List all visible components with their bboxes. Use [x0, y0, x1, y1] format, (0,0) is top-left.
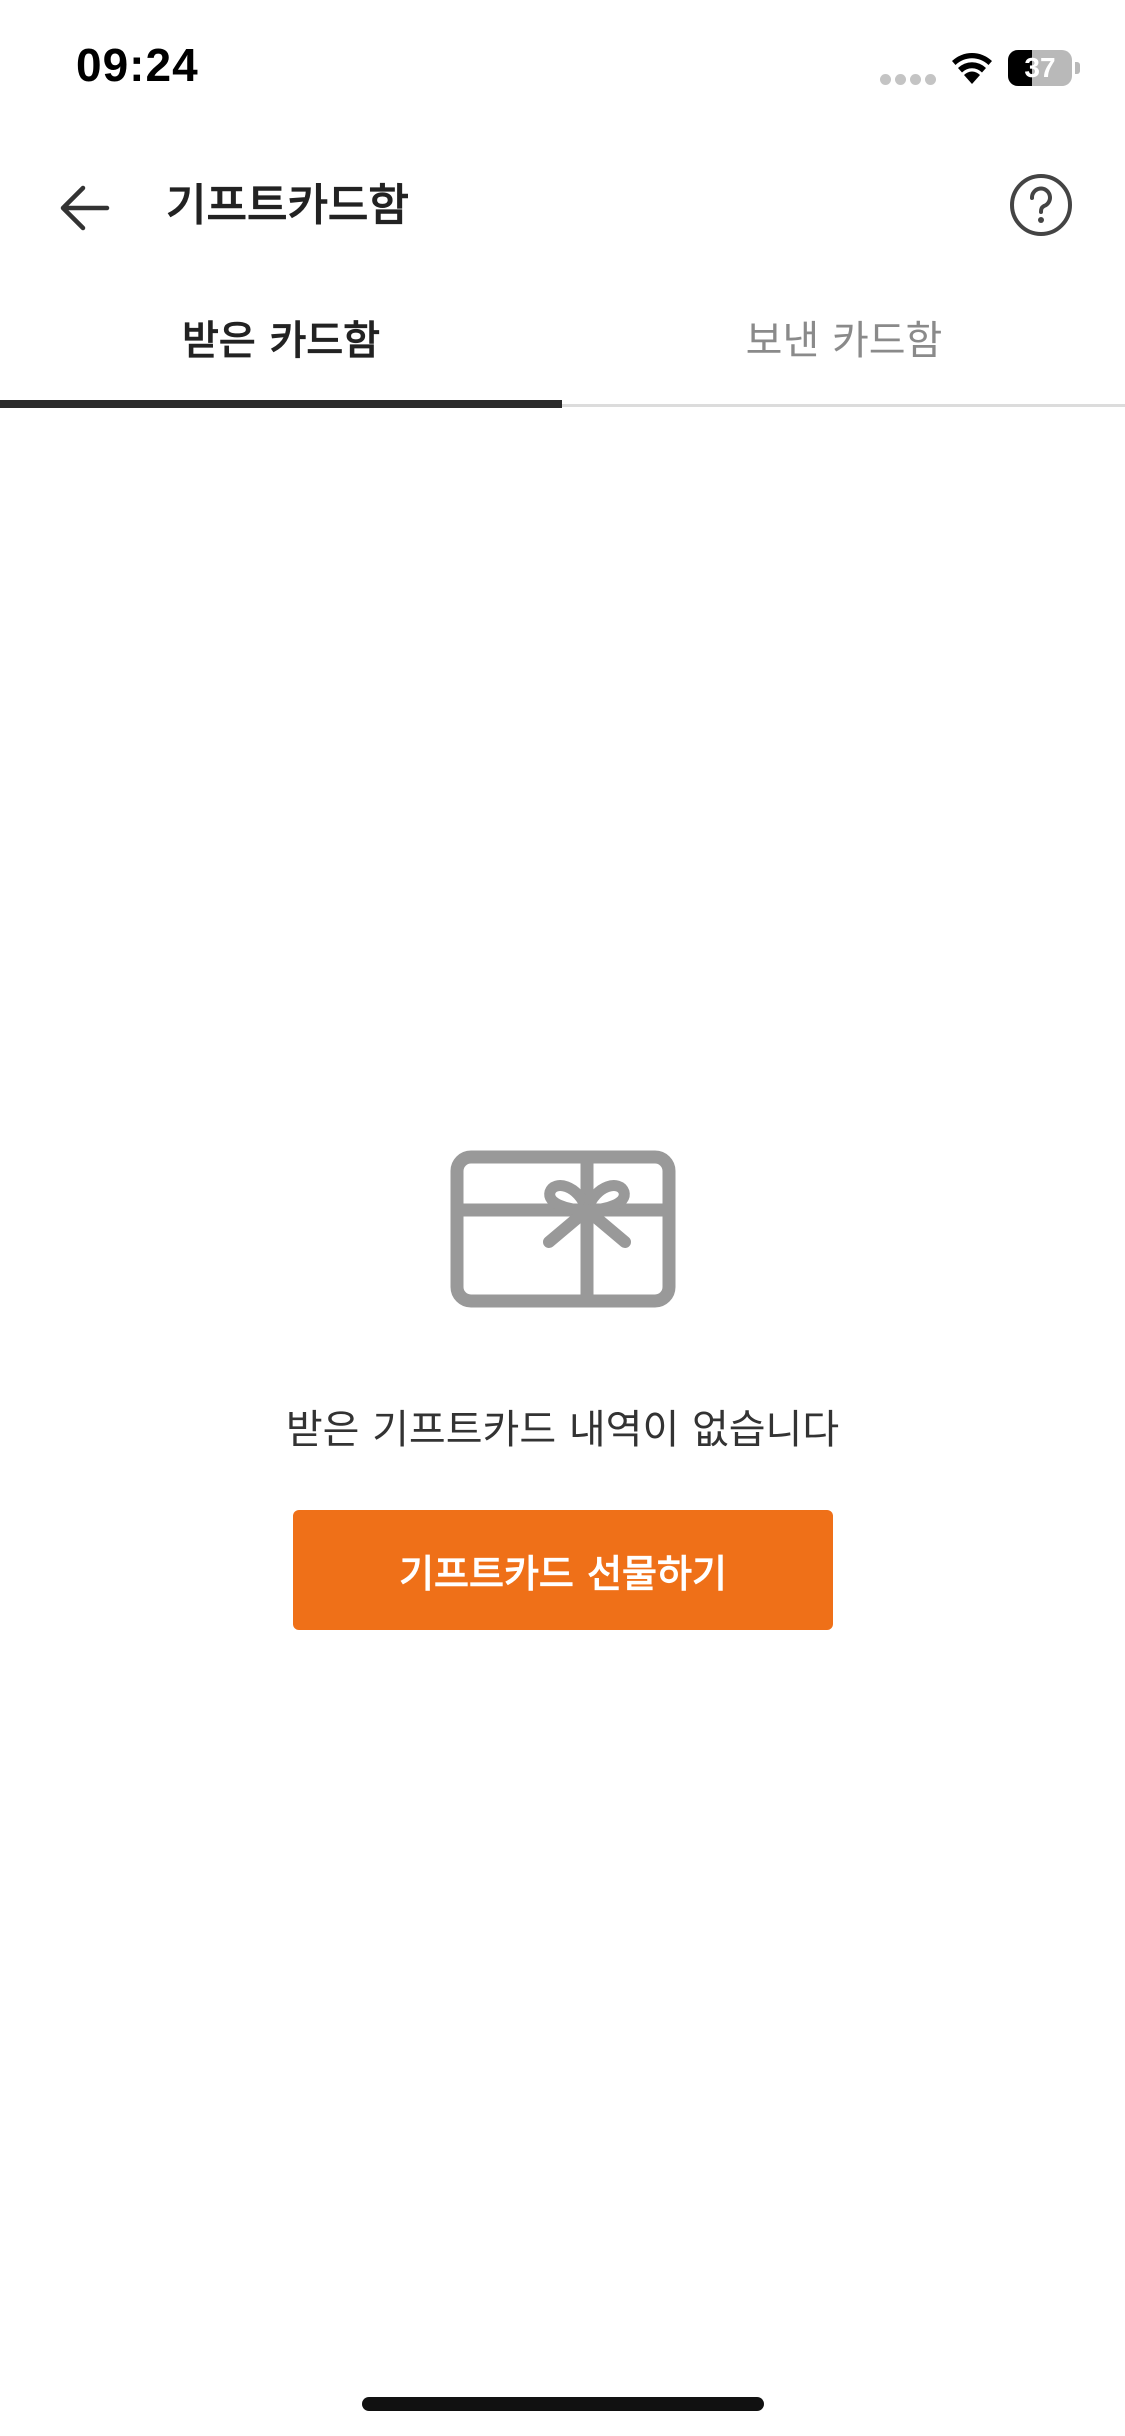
- battery-percent: 37: [1024, 52, 1056, 83]
- status-bar: 09:24 37: [0, 0, 1125, 140]
- battery-icon: 37: [1008, 50, 1080, 86]
- send-gift-card-button[interactable]: 기프트카드 선물하기: [293, 1510, 833, 1630]
- page-title: 기프트카드함: [166, 180, 409, 231]
- home-indicator[interactable]: [362, 2397, 764, 2411]
- tab-sent[interactable]: 보낸 카드함: [563, 270, 1125, 404]
- back-button[interactable]: [44, 168, 124, 248]
- card-tabs: 받은 카드함 보낸 카드함: [0, 270, 1125, 408]
- arrow-left-icon: [60, 185, 110, 231]
- help-button[interactable]: [1008, 172, 1074, 238]
- empty-message: 받은 기프트카드 내역이 없습니다: [285, 1407, 840, 1453]
- status-time: 09:24: [76, 39, 199, 91]
- active-tab-indicator: [0, 400, 562, 408]
- tab-received[interactable]: 받은 카드함: [0, 270, 562, 404]
- gift-card-icon: [450, 1150, 676, 1308]
- wifi-icon: [952, 53, 992, 84]
- question-circle-icon: [1010, 174, 1072, 236]
- app-header: 기프트카드함: [0, 140, 1125, 270]
- cellular-signal-icon: [880, 74, 936, 86]
